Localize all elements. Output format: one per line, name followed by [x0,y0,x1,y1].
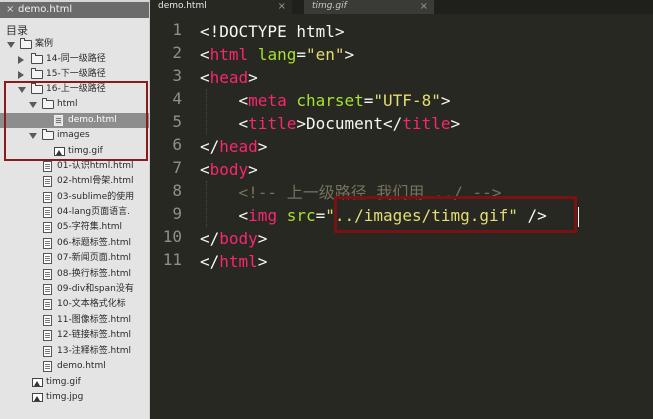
chevron-right-icon[interactable] [18,71,24,79]
tree-file[interactable]: timg.jpg [0,390,149,405]
line-number: 9 [172,204,182,223]
open-file-label: demo.html [18,4,73,15]
file-icon [43,253,52,264]
code-line-7: <body> [200,160,258,179]
tree-folder[interactable]: 15-下一级路径 [0,67,149,82]
sidebar-highlight-box [4,81,148,161]
code-highlight-box [334,196,577,233]
tree-item-label: 13-注释标签.html [57,346,132,356]
sidebar: × demo.html 目录 案例 14-同一级路径 15-下一级路径 16-上一级路径… [0,0,150,419]
folders-label: 目录 [6,24,28,37]
image-file-icon [32,393,43,402]
line-number-gutter: 1 2 3 4 5 6 7 8 9 10 11 [150,14,188,419]
tree-item-label: 07-新闻页面.html [57,253,132,263]
tree-folder[interactable]: 14-同一级路径 [0,52,149,67]
file-icon [43,207,52,218]
code-line-11: </html> [200,252,268,271]
tree-item-label: 14-同一级路径 [46,54,106,64]
file-icon [43,361,52,372]
code-line-4: <meta charset="UTF-8"> [238,91,451,110]
file-icon [43,330,52,341]
chevron-down-icon[interactable] [7,42,15,48]
text-cursor [578,207,579,227]
folder-icon [31,68,43,79]
line-number: 1 [172,20,182,39]
file-icon [43,238,52,249]
tree-file[interactable]: 13-注释标签.html [0,344,149,359]
tree-file[interactable]: timg.gif [0,375,149,390]
tree-item-label: 08-换行标签.html [57,269,132,279]
file-icon [43,284,52,295]
file-icon [43,161,52,172]
tree-item-label: 03-sublime的使用 [57,192,135,202]
line-number: 6 [172,135,182,154]
file-icon [43,176,52,187]
line-number: 3 [172,66,182,85]
line-number: 4 [172,89,182,108]
line-number: 10 [162,227,182,246]
tree-item-label: 10-文本格式化标 [57,299,126,309]
tree-item-label: timg.jpg [46,392,84,402]
tree-item-label: 12-链接标签.html [57,330,132,340]
file-icon [43,315,52,326]
code-line-6: </head> [200,137,268,156]
tab-label: demo.html [158,1,207,11]
tree-file[interactable]: 12-链接标签.html [0,328,149,343]
close-icon[interactable]: × [278,0,286,13]
tab-demo-html[interactable]: demo.html × [150,0,292,14]
code-line-1: <!DOCTYPE html> [200,22,345,41]
tree-item-label: 05-字符集.html [57,222,123,232]
code-line-2: <html lang="en"> [200,45,355,64]
tree-file[interactable]: 01-认识html.html [0,159,149,174]
line-number: 11 [162,250,182,269]
file-icon [43,346,52,357]
tab-label: timg.gif [312,1,347,11]
folder-icon [20,38,32,49]
tree-file[interactable]: 02-html骨架.html [0,174,149,189]
tree-item-label: 15-下一级路径 [46,69,106,79]
code-line-3: <head> [200,68,258,87]
tree-item-label: demo.html [57,361,106,371]
tree-file[interactable]: 06-标题标签.html [0,236,149,251]
tab-bar: demo.html × timg.gif × [150,0,653,14]
close-icon[interactable]: × [6,2,18,18]
tree-file[interactable]: 10-文本格式化标 [0,297,149,312]
close-icon[interactable]: × [420,0,428,13]
tree-item-label: 09-div和span没有 [57,284,134,294]
image-file-icon [32,378,43,387]
tree-file[interactable]: 07-新闻页面.html [0,251,149,266]
tree-item-label: 06-标题标签.html [57,238,132,248]
tree-file[interactable]: 11-图像标签.html [0,313,149,328]
tree-item-label: 01-认识html.html [57,161,134,171]
line-number: 5 [172,112,182,131]
tree-file[interactable]: 04-lang页面语言. [0,205,149,220]
file-icon [43,192,52,203]
tree-item-label: 02-html骨架.html [57,176,134,186]
tree-item-label: timg.gif [46,377,81,387]
tree-file[interactable]: 09-div和span没有 [0,282,149,297]
tree-item-label: 04-lang页面语言. [57,207,130,217]
tree-item-label: 11-图像标签.html [57,315,132,325]
tree-file[interactable]: 05-字符集.html [0,220,149,235]
file-icon [43,269,52,280]
tree-folder[interactable]: 案例 [0,37,149,52]
line-number: 2 [172,43,182,62]
tree-file[interactable]: demo.html [0,359,149,374]
tree-file[interactable]: 08-换行标签.html [0,267,149,282]
file-icon [43,222,52,233]
line-number: 8 [172,181,182,200]
tree-item-label: 案例 [35,39,54,49]
tree-file[interactable]: 03-sublime的使用 [0,190,149,205]
code-line-5: <title>Document</title> [238,114,461,133]
code-line-10: </body> [200,229,268,248]
tab-timg-gif[interactable]: timg.gif × [304,0,434,14]
open-file-item[interactable]: × demo.html [0,2,149,18]
chevron-right-icon[interactable] [18,56,24,64]
file-icon [43,299,52,310]
line-number: 7 [172,158,182,177]
folder-icon [31,53,43,64]
